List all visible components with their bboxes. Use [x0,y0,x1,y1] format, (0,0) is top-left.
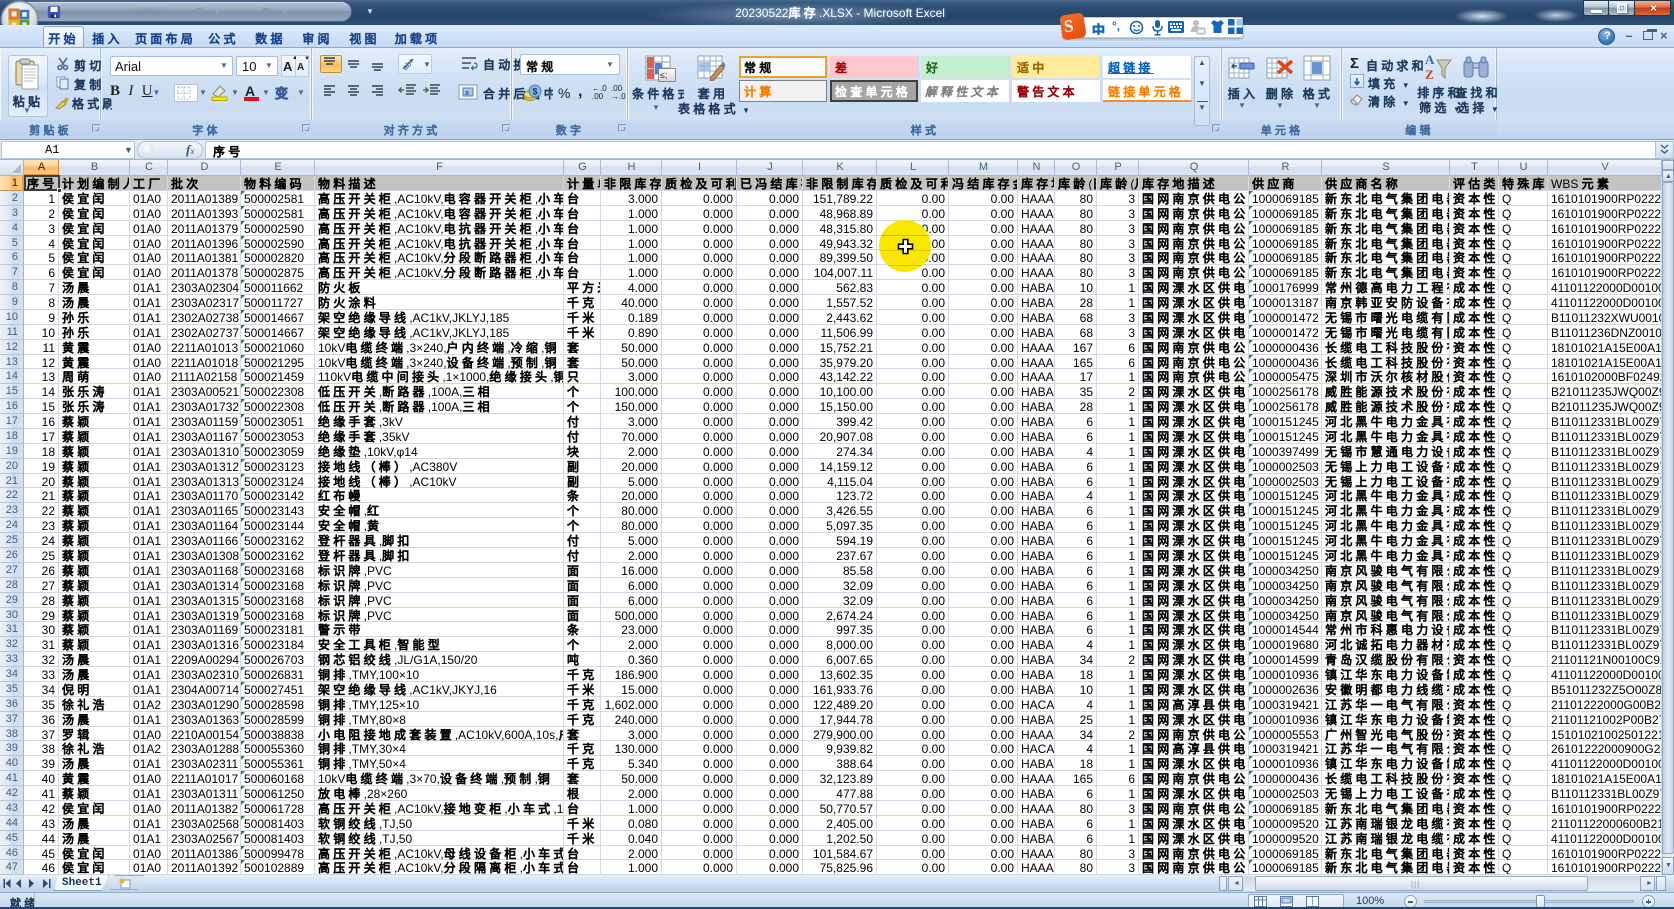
svg-text:Z: Z [1425,67,1434,82]
svg-text:a: a [465,90,469,97]
svg-text:$: $ [533,87,538,97]
svg-text:A: A [1425,52,1435,67]
